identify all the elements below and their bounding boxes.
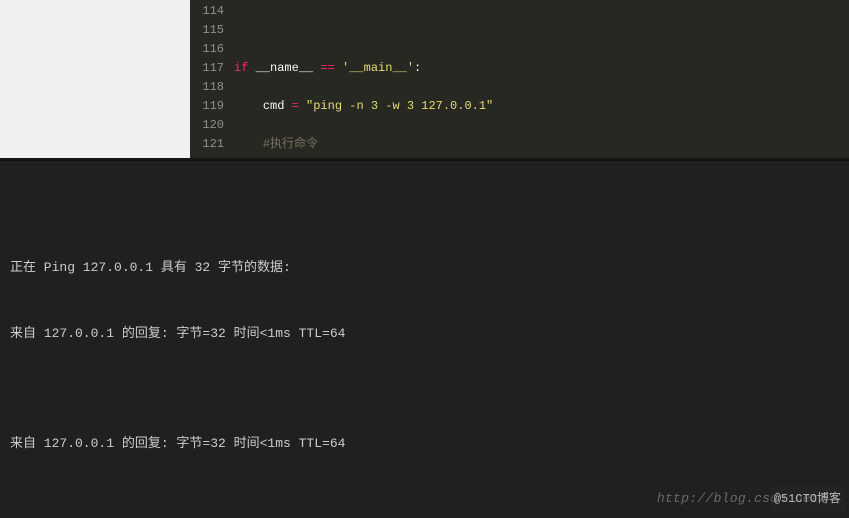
source-badge: @51CTO博客	[770, 486, 845, 512]
output-line: 正在 Ping 127.0.0.1 具有 32 字节的数据:	[10, 257, 839, 279]
code-line: if __name__ == '__main__':	[234, 59, 849, 78]
line-number: 118	[190, 78, 224, 97]
operator-eq: ==	[320, 61, 334, 75]
string-cmd: "ping -n 3 -w 3 127.0.0.1"	[306, 99, 493, 113]
line-number: 116	[190, 40, 224, 59]
comment: #执行命令	[263, 137, 318, 151]
var-cmd: cmd	[263, 99, 285, 113]
line-number: 115	[190, 21, 224, 40]
line-number: 121	[190, 135, 224, 154]
output-line: 来自 127.0.0.1 的回复: 字节=32 时间<1ms TTL=64	[10, 323, 839, 345]
line-number: 120	[190, 116, 224, 135]
code-line: cmd = "ping -n 3 -w 3 127.0.0.1"	[234, 97, 849, 116]
operator-assign: =	[292, 99, 299, 113]
line-number: 117	[190, 59, 224, 78]
editor-pane: 114 115 116 117 118 119 120 121 if __nam…	[0, 0, 849, 158]
minimap	[0, 0, 190, 158]
output-pane[interactable]: 正在 Ping 127.0.0.1 具有 32 字节的数据: 来自 127.0.…	[0, 160, 849, 518]
line-number-gutter: 114 115 116 117 118 119 120 121	[190, 0, 234, 158]
string-main: '__main__'	[342, 61, 414, 75]
output-line: 来自 127.0.0.1 的回复: 字节=32 时间<1ms TTL=64	[10, 433, 839, 455]
code-line: #执行命令	[234, 135, 849, 154]
colon: :	[414, 61, 421, 75]
line-number: 114	[190, 2, 224, 21]
keyword-if: if	[234, 61, 248, 75]
code-area[interactable]: if __name__ == '__main__': cmd = "ping -…	[234, 0, 849, 158]
code-line	[234, 21, 849, 40]
line-number: 119	[190, 97, 224, 116]
dunder-name: __name__	[256, 61, 314, 75]
